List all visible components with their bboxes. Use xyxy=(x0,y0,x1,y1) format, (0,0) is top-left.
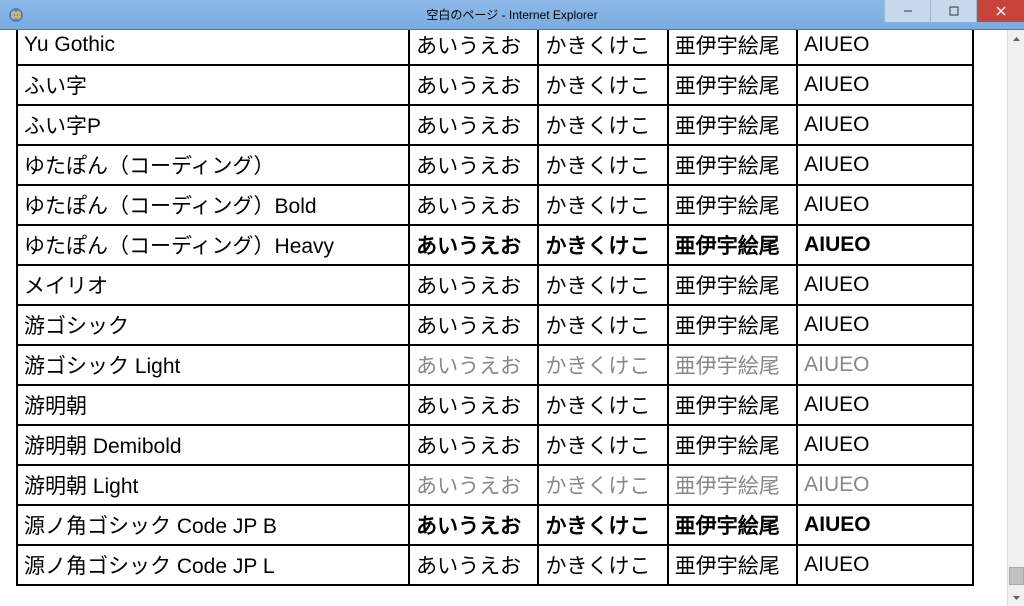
sample-cell: かきくけこ xyxy=(538,185,667,225)
sample-cell: あいうえお xyxy=(409,30,538,65)
content-area: Yu Gothicあいうえおかきくけこ亜伊宇絵尾AIUEOふい字あいうえおかきく… xyxy=(0,30,1024,606)
sample-cell: 亜伊宇絵尾 xyxy=(668,145,797,185)
sample-cell: 亜伊宇絵尾 xyxy=(668,105,797,145)
sample-cell: AIUEO xyxy=(797,465,973,505)
sample-cell: かきくけこ xyxy=(538,305,667,345)
table-container: Yu Gothicあいうえおかきくけこ亜伊宇絵尾AIUEOふい字あいうえおかきく… xyxy=(0,30,1007,606)
sample-cell: 亜伊宇絵尾 xyxy=(668,65,797,105)
sample-cell: AIUEO xyxy=(797,185,973,225)
sample-cell: AIUEO xyxy=(797,225,973,265)
sample-cell: AIUEO xyxy=(797,30,973,65)
maximize-button[interactable] xyxy=(930,0,976,22)
sample-cell: あいうえお xyxy=(409,545,538,585)
sample-cell: 亜伊宇絵尾 xyxy=(668,425,797,465)
sample-cell: あいうえお xyxy=(409,185,538,225)
font-name-cell: ゆたぽん（コーディング）Bold xyxy=(17,185,409,225)
vertical-scrollbar[interactable] xyxy=(1007,30,1024,606)
font-name-cell: 游明朝 xyxy=(17,385,409,425)
sample-cell: あいうえお xyxy=(409,465,538,505)
table-row: ふい字あいうえおかきくけこ亜伊宇絵尾AIUEO xyxy=(17,65,973,105)
font-name-cell: ゆたぽん（コーディング） xyxy=(17,145,409,185)
sample-cell: 亜伊宇絵尾 xyxy=(668,225,797,265)
sample-cell: AIUEO xyxy=(797,505,973,545)
sample-cell: かきくけこ xyxy=(538,345,667,385)
font-name-cell: Yu Gothic xyxy=(17,30,409,65)
sample-cell: 亜伊宇絵尾 xyxy=(668,345,797,385)
sample-cell: あいうえお xyxy=(409,105,538,145)
sample-cell: あいうえお xyxy=(409,65,538,105)
sample-cell: AIUEO xyxy=(797,305,973,345)
sample-cell: AIUEO xyxy=(797,65,973,105)
font-name-cell: ふい字P xyxy=(17,105,409,145)
font-name-cell: 游明朝 Light xyxy=(17,465,409,505)
sample-cell: 亜伊宇絵尾 xyxy=(668,305,797,345)
font-name-cell: 游明朝 Demibold xyxy=(17,425,409,465)
sample-cell: AIUEO xyxy=(797,345,973,385)
sample-cell: AIUEO xyxy=(797,385,973,425)
close-button[interactable] xyxy=(976,0,1024,22)
sample-cell: かきくけこ xyxy=(538,30,667,65)
table-row: Yu Gothicあいうえおかきくけこ亜伊宇絵尾AIUEO xyxy=(17,30,973,65)
scroll-up-arrow-icon[interactable] xyxy=(1008,30,1024,47)
sample-cell: かきくけこ xyxy=(538,105,667,145)
sample-cell: かきくけこ xyxy=(538,505,667,545)
table-row: ゆたぽん（コーディング）あいうえおかきくけこ亜伊宇絵尾AIUEO xyxy=(17,145,973,185)
sample-cell: 亜伊宇絵尾 xyxy=(668,265,797,305)
sample-cell: AIUEO xyxy=(797,105,973,145)
sample-cell: かきくけこ xyxy=(538,265,667,305)
minimize-button[interactable] xyxy=(884,0,930,22)
sample-cell: あいうえお xyxy=(409,505,538,545)
sample-cell: あいうえお xyxy=(409,145,538,185)
scroll-thumb[interactable] xyxy=(1009,567,1024,585)
ie-icon xyxy=(8,7,24,23)
sample-cell: かきくけこ xyxy=(538,545,667,585)
font-name-cell: 游ゴシック Light xyxy=(17,345,409,385)
sample-cell: かきくけこ xyxy=(538,65,667,105)
font-sample-table: Yu Gothicあいうえおかきくけこ亜伊宇絵尾AIUEOふい字あいうえおかきく… xyxy=(16,30,974,586)
sample-cell: かきくけこ xyxy=(538,425,667,465)
sample-cell: かきくけこ xyxy=(538,145,667,185)
table-row: 游明朝あいうえおかきくけこ亜伊宇絵尾AIUEO xyxy=(17,385,973,425)
sample-cell: あいうえお xyxy=(409,265,538,305)
sample-cell: かきくけこ xyxy=(538,225,667,265)
table-row: 游ゴシックあいうえおかきくけこ亜伊宇絵尾AIUEO xyxy=(17,305,973,345)
table-row: メイリオあいうえおかきくけこ亜伊宇絵尾AIUEO xyxy=(17,265,973,305)
sample-cell: あいうえお xyxy=(409,225,538,265)
sample-cell: AIUEO xyxy=(797,545,973,585)
sample-cell: 亜伊宇絵尾 xyxy=(668,465,797,505)
sample-cell: AIUEO xyxy=(797,145,973,185)
sample-cell: かきくけこ xyxy=(538,385,667,425)
scroll-down-arrow-icon[interactable] xyxy=(1008,589,1024,606)
sample-cell: 亜伊宇絵尾 xyxy=(668,545,797,585)
table-row: 源ノ角ゴシック Code JP Bあいうえおかきくけこ亜伊宇絵尾AIUEO xyxy=(17,505,973,545)
sample-cell: あいうえお xyxy=(409,345,538,385)
table-row: 源ノ角ゴシック Code JP Lあいうえおかきくけこ亜伊宇絵尾AIUEO xyxy=(17,545,973,585)
sample-cell: AIUEO xyxy=(797,425,973,465)
sample-cell: 亜伊宇絵尾 xyxy=(668,30,797,65)
sample-cell: あいうえお xyxy=(409,305,538,345)
font-name-cell: 源ノ角ゴシック Code JP B xyxy=(17,505,409,545)
table-row: ゆたぽん（コーディング）Heavyあいうえおかきくけこ亜伊宇絵尾AIUEO xyxy=(17,225,973,265)
window-controls xyxy=(884,0,1024,22)
table-row: 游明朝 Demiboldあいうえおかきくけこ亜伊宇絵尾AIUEO xyxy=(17,425,973,465)
font-name-cell: ふい字 xyxy=(17,65,409,105)
table-row: ゆたぽん（コーディング）Boldあいうえおかきくけこ亜伊宇絵尾AIUEO xyxy=(17,185,973,225)
table-row: 游ゴシック Lightあいうえおかきくけこ亜伊宇絵尾AIUEO xyxy=(17,345,973,385)
font-name-cell: メイリオ xyxy=(17,265,409,305)
sample-cell: AIUEO xyxy=(797,265,973,305)
sample-cell: 亜伊宇絵尾 xyxy=(668,185,797,225)
sample-cell: 亜伊宇絵尾 xyxy=(668,505,797,545)
window-title: 空白のページ - Internet Explorer xyxy=(426,6,597,23)
font-name-cell: 源ノ角ゴシック Code JP L xyxy=(17,545,409,585)
sample-cell: 亜伊宇絵尾 xyxy=(668,385,797,425)
font-name-cell: ゆたぽん（コーディング）Heavy xyxy=(17,225,409,265)
window-titlebar: 空白のページ - Internet Explorer xyxy=(0,0,1024,30)
font-name-cell: 游ゴシック xyxy=(17,305,409,345)
sample-cell: あいうえお xyxy=(409,385,538,425)
table-row: ふい字Pあいうえおかきくけこ亜伊宇絵尾AIUEO xyxy=(17,105,973,145)
sample-cell: あいうえお xyxy=(409,425,538,465)
sample-cell: かきくけこ xyxy=(538,465,667,505)
table-row: 游明朝 Lightあいうえおかきくけこ亜伊宇絵尾AIUEO xyxy=(17,465,973,505)
